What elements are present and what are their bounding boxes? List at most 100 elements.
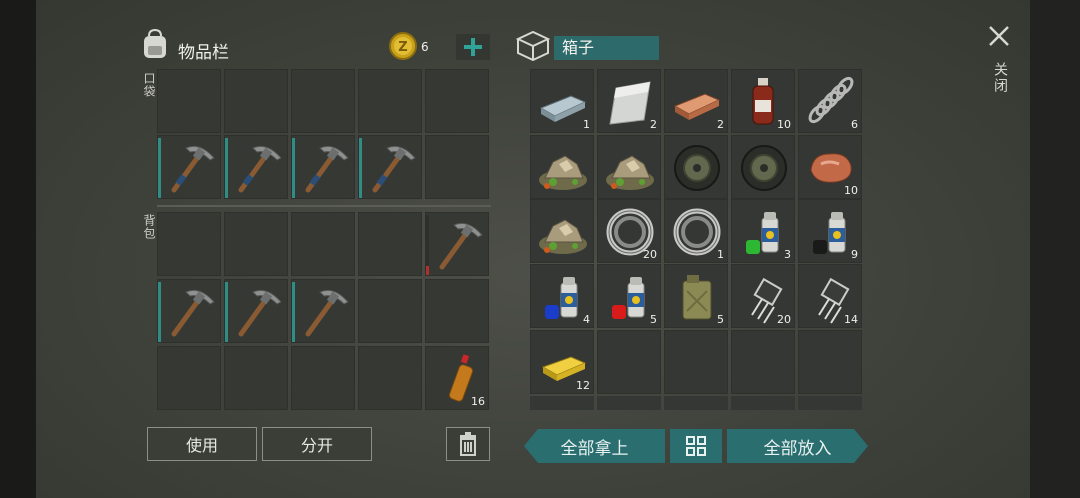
inventory-slot[interactable]: 16 — [425, 346, 489, 410]
inventory-slot[interactable] — [291, 346, 355, 410]
durability-bar — [426, 215, 429, 275]
durability-bar — [359, 138, 362, 198]
box-slot[interactable] — [530, 199, 594, 263]
close-label: 关闭 — [992, 62, 1008, 94]
pickaxe-icon — [162, 284, 218, 340]
durability-bar — [225, 138, 228, 198]
pickaxe-icon — [296, 140, 352, 196]
item-count: 10 — [844, 184, 858, 197]
inventory-slot[interactable] — [425, 279, 489, 343]
box-slot[interactable] — [597, 135, 661, 199]
mineral-ore-icon — [605, 155, 655, 191]
item-count: 5 — [717, 313, 724, 326]
trash-button[interactable] — [446, 427, 490, 461]
inventory-slot[interactable] — [157, 135, 221, 199]
inventory-slot[interactable] — [224, 212, 288, 276]
inventory-slot[interactable] — [425, 69, 489, 133]
box-slot[interactable]: 10 — [798, 135, 862, 199]
inventory-slot[interactable] — [425, 135, 489, 199]
box-icon — [515, 29, 551, 62]
split-button[interactable]: 分开 — [262, 427, 372, 461]
take-all-button[interactable]: 全部拿上 — [524, 429, 665, 463]
box-title-field[interactable]: 箱子 — [554, 36, 659, 60]
box-slot[interactable]: 1 — [530, 69, 594, 133]
box-slot[interactable]: 4 — [530, 264, 594, 328]
coin-count: 6 — [421, 40, 429, 54]
item-count: 1 — [583, 118, 590, 131]
item-count: 1 — [717, 248, 724, 261]
close-icon — [989, 26, 1009, 46]
use-button[interactable]: 使用 — [147, 427, 257, 461]
inventory-slot[interactable] — [157, 212, 221, 276]
box-slot[interactable]: 2 — [664, 69, 728, 133]
wheel-icon — [741, 145, 787, 191]
inventory-slot[interactable] — [358, 212, 422, 276]
box-slot[interactable]: 3 — [731, 199, 795, 263]
grid-sort-icon — [686, 436, 706, 456]
close-button[interactable]: 关闭 — [984, 22, 1014, 102]
durability-bar — [225, 282, 228, 342]
put-all-button[interactable]: 全部放入 — [727, 429, 868, 463]
take-all-label: 全部拿上 — [560, 438, 629, 459]
inventory-slot[interactable] — [157, 279, 221, 343]
item-count: 20 — [643, 248, 657, 261]
box-slot[interactable]: 20 — [597, 199, 661, 263]
inventory-slot[interactable] — [224, 69, 288, 133]
box-slot[interactable] — [731, 135, 795, 199]
item-count: 9 — [851, 248, 858, 261]
box-slot[interactable]: 5 — [597, 264, 661, 328]
box-slot[interactable]: 12 — [530, 330, 594, 394]
durability-bar — [292, 138, 295, 198]
mineral-ore-icon — [538, 155, 588, 191]
box-slot[interactable]: 5 — [664, 264, 728, 328]
box-slot[interactable]: 10 — [731, 69, 795, 133]
pickaxe-icon — [363, 140, 419, 196]
item-count: 4 — [583, 313, 590, 326]
box-slot[interactable] — [798, 330, 862, 394]
inventory-slot[interactable] — [157, 69, 221, 133]
box-slot[interactable] — [731, 330, 795, 394]
inventory-slot[interactable] — [425, 212, 489, 276]
inventory-slot[interactable] — [224, 346, 288, 410]
add-coins-plus-icon[interactable] — [456, 34, 490, 60]
box-grid-scroll-overflow — [530, 396, 863, 410]
box-slot[interactable]: 14 — [798, 264, 862, 328]
durability-bar — [292, 282, 295, 342]
box-slot[interactable]: 6 — [798, 69, 862, 133]
coin-icon: Z — [389, 32, 417, 60]
inventory-slot[interactable] — [224, 135, 288, 199]
put-all-label: 全部放入 — [763, 438, 832, 459]
item-count: 2 — [650, 118, 657, 131]
box-slot[interactable] — [664, 330, 728, 394]
pocket-backpack-divider — [157, 205, 491, 207]
inventory-slot[interactable] — [358, 69, 422, 133]
box-slot[interactable]: 1 — [664, 199, 728, 263]
inventory-slot[interactable] — [291, 212, 355, 276]
inventory-slot[interactable] — [358, 346, 422, 410]
box-slot[interactable]: 2 — [597, 69, 661, 133]
item-count: 12 — [576, 379, 590, 392]
box-slot[interactable]: 20 — [731, 264, 795, 328]
mineral-ore-icon — [538, 219, 588, 255]
pickaxe-icon — [296, 284, 352, 340]
inventory-slot[interactable] — [291, 279, 355, 343]
inventory-slot[interactable] — [224, 279, 288, 343]
box-slot[interactable] — [597, 330, 661, 394]
inventory-slot[interactable] — [291, 135, 355, 199]
inventory-slot[interactable] — [358, 279, 422, 343]
inventory-slot[interactable] — [157, 346, 221, 410]
pickaxe-icon — [162, 140, 218, 196]
inventory-slot[interactable] — [358, 135, 422, 199]
pickaxe-icon — [229, 140, 285, 196]
box-slot[interactable]: 9 — [798, 199, 862, 263]
box-slot[interactable] — [664, 135, 728, 199]
durability-bar — [158, 282, 161, 342]
box-title: 箱子 — [562, 38, 595, 57]
inventory-slot[interactable] — [291, 69, 355, 133]
item-count: 5 — [650, 313, 657, 326]
box-slot[interactable] — [530, 135, 594, 199]
sort-button[interactable] — [670, 429, 722, 463]
backpack-icon — [141, 28, 169, 60]
trash-icon — [460, 432, 476, 456]
item-count: 2 — [717, 118, 724, 131]
